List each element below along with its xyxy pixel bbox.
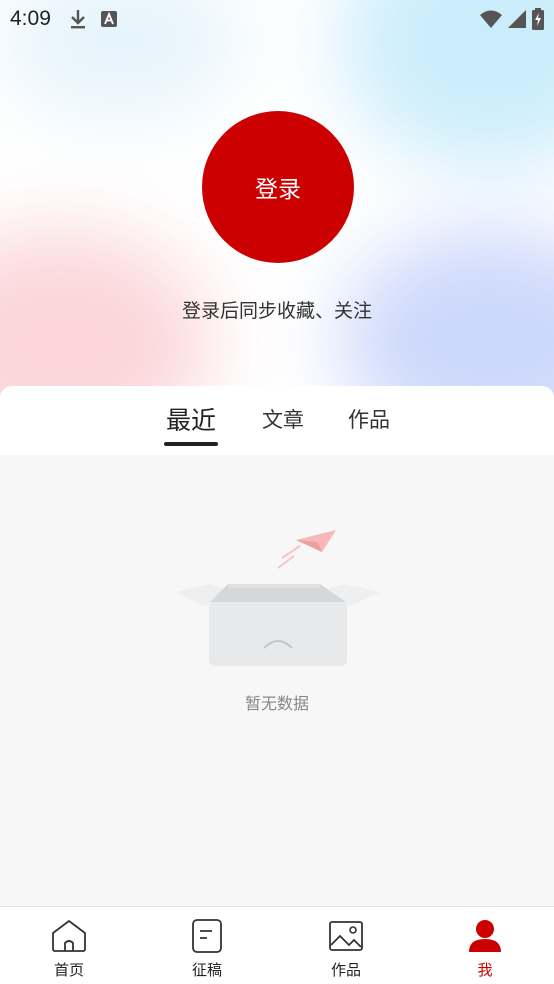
home-icon — [51, 917, 87, 955]
tab-articles[interactable]: 文章 — [260, 404, 306, 448]
wifi-icon — [480, 10, 502, 28]
empty-box-icon — [170, 522, 384, 676]
status-bar: 4:09 — [0, 0, 554, 38]
document-icon — [192, 917, 222, 955]
image-icon — [329, 917, 363, 955]
nav-label-works: 作品 — [330, 961, 361, 979]
nav-item-me[interactable]: 我 — [416, 907, 554, 984]
nav-item-home[interactable]: 首页 — [0, 907, 138, 984]
nav-label-me: 我 — [477, 961, 493, 979]
tab-recent[interactable]: 最近 — [164, 401, 218, 445]
battery-icon — [532, 8, 544, 30]
empty-state-text: 暂无数据 — [244, 694, 309, 713]
profile-header: 4:09 登录 登录后同步收藏、关注 — [0, 0, 554, 400]
login-button[interactable]: 登录 — [202, 111, 354, 263]
nav-item-submissions[interactable]: 征稿 — [138, 907, 276, 984]
user-icon — [467, 917, 503, 955]
tab-active-indicator — [164, 442, 218, 446]
login-hint: 登录后同步收藏、关注 — [181, 300, 372, 322]
font-a-icon — [100, 11, 117, 27]
download-icon — [69, 8, 87, 30]
login-button-label: 登录 — [255, 177, 301, 203]
nav-item-works[interactable]: 作品 — [277, 907, 415, 984]
signal-icon — [508, 10, 526, 28]
status-time: 4:09 — [10, 7, 51, 30]
content-tabs: 最近 文章 作品 — [0, 386, 554, 455]
tab-works[interactable]: 作品 — [346, 404, 392, 448]
nav-label-home: 首页 — [53, 961, 84, 979]
bottom-navigation: 首页 征稿 作品 我 — [0, 906, 554, 984]
nav-label-submissions: 征稿 — [191, 961, 222, 979]
